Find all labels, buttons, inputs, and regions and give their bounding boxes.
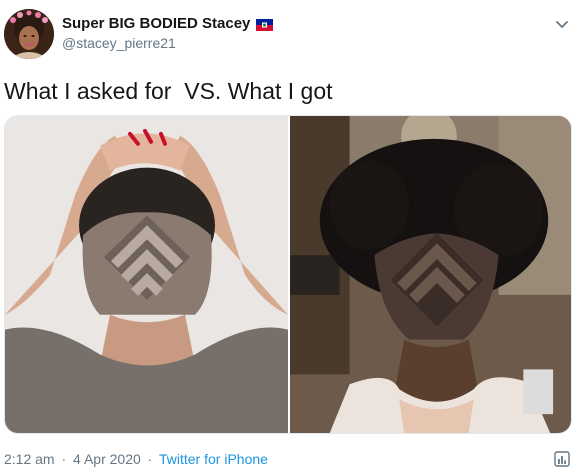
analytics-icon[interactable]	[553, 450, 571, 468]
author-name-row[interactable]: Super BIG BODIED Stacey	[62, 14, 274, 34]
author-handle[interactable]: @stacey_pierre21	[62, 34, 176, 52]
avatar[interactable]	[4, 9, 54, 59]
meta-separator: ·	[61, 451, 67, 467]
display-name[interactable]: Super BIG BODIED Stacey	[62, 14, 250, 34]
tweet-card: Super BIG BODIED Stacey @stacey_pierre21…	[0, 0, 578, 474]
tweet-text: What I asked for VS. What I got	[4, 78, 333, 104]
photo-got[interactable]	[290, 116, 571, 433]
profile-avatar-icon	[4, 9, 54, 59]
photo-asked-for[interactable]	[5, 116, 288, 433]
haiti-flag-icon	[256, 18, 274, 31]
tweet-time[interactable]: 2:12 am	[4, 451, 55, 467]
chevron-down-icon[interactable]	[554, 16, 570, 32]
tweet-date[interactable]: 4 Apr 2020	[73, 451, 141, 467]
tweet-meta: 2:12 am · 4 Apr 2020 · Twitter for iPhon…	[4, 450, 268, 468]
media-grid	[4, 115, 572, 434]
meta-separator: ·	[147, 451, 153, 467]
tweet-source-link[interactable]: Twitter for iPhone	[159, 451, 268, 467]
